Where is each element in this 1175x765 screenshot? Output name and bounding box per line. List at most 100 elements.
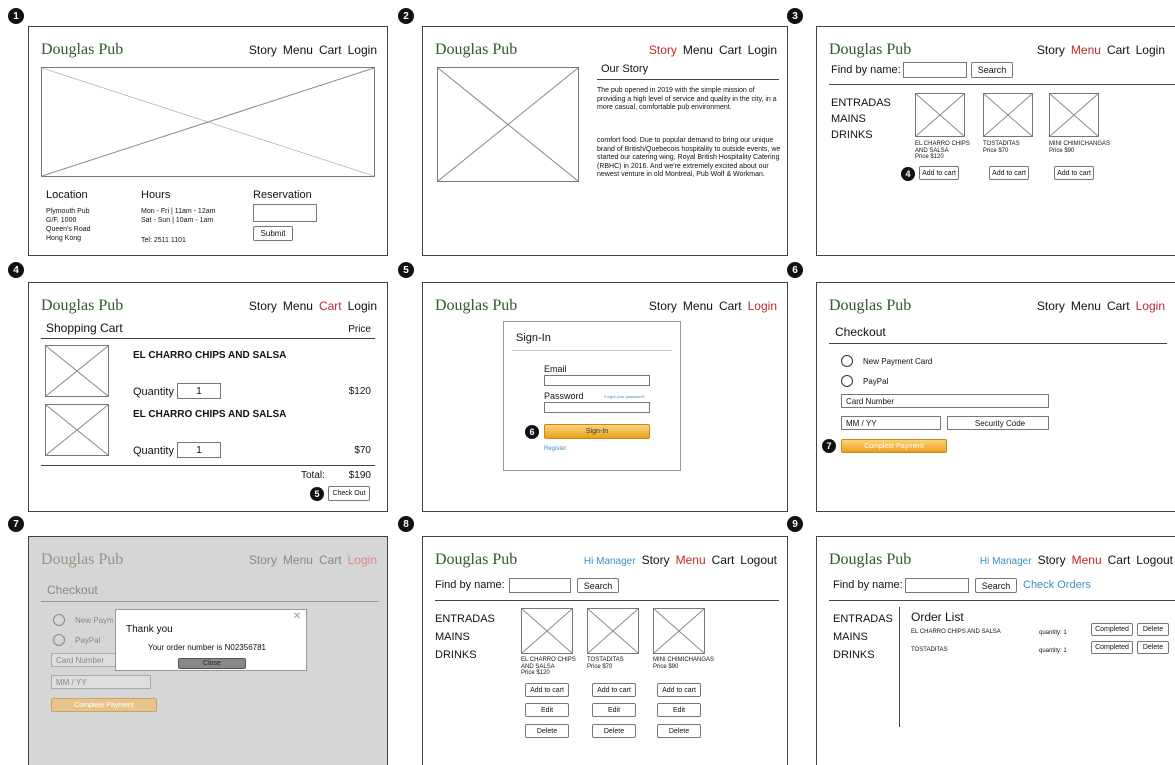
greeting-text: Hi Manager [979, 556, 1032, 567]
nav-cart[interactable]: Cart [319, 43, 342, 57]
nav-cart[interactable]: Cart [1108, 553, 1131, 567]
nav-story[interactable]: Story [249, 553, 277, 567]
nav-menu[interactable]: Menu [1071, 43, 1101, 57]
add-to-cart-button[interactable]: Add to cart [989, 166, 1029, 180]
add-to-cart-button[interactable]: Add to cart [657, 683, 701, 697]
category-mains[interactable]: MAINS [833, 628, 893, 646]
nav-menu[interactable]: Menu [676, 553, 706, 567]
nav-story[interactable]: Story [1037, 299, 1065, 313]
cart-total-divider [41, 465, 375, 466]
search-button[interactable]: Search [971, 62, 1013, 78]
close-button[interactable]: Close [178, 658, 246, 669]
category-drinks[interactable]: DRINKS [831, 127, 891, 143]
category-entradas[interactable]: ENTRADAS [831, 95, 891, 111]
category-mains[interactable]: MAINS [831, 111, 891, 127]
completed-button[interactable]: Completed [1091, 623, 1133, 636]
nav-login[interactable]: Login [348, 43, 377, 57]
search-input[interactable] [509, 578, 571, 593]
nav-menu[interactable]: Menu [283, 299, 313, 313]
nav-cart[interactable]: Cart [1107, 43, 1130, 57]
delete-button[interactable]: Delete [1137, 623, 1169, 636]
forgot-password-link[interactable]: Forgot your password? [604, 394, 645, 399]
nav-menu[interactable]: Menu [683, 43, 713, 57]
nav-cart[interactable]: Cart [719, 299, 742, 313]
category-entradas[interactable]: ENTRADAS [833, 610, 893, 628]
nav-menu[interactable]: Menu [1071, 299, 1101, 313]
step-badge-8: 8 [398, 516, 414, 532]
search-input[interactable] [903, 62, 967, 78]
search-button[interactable]: Search [577, 578, 619, 593]
nav-menu[interactable]: Menu [283, 553, 313, 567]
nav-menu[interactable]: Menu [1072, 553, 1102, 567]
item-price: Price $120 [521, 670, 550, 676]
quantity-input[interactable]: 1 [177, 442, 221, 458]
new-card-radio[interactable] [53, 614, 65, 626]
signin-button[interactable]: Sign-In [544, 424, 650, 439]
check-orders-link[interactable]: Check Orders [1023, 579, 1091, 591]
paypal-radio[interactable] [841, 375, 853, 387]
expiry-field[interactable]: MM / YY [51, 675, 151, 689]
nav-login[interactable]: Login [348, 553, 377, 567]
nav-login[interactable]: Login [748, 43, 777, 57]
checkout-button[interactable]: Check Out [328, 486, 370, 501]
nav-cart[interactable]: Cart [712, 553, 735, 567]
expiry-field[interactable]: MM / YY [841, 416, 941, 430]
card-number-field[interactable]: Card Number [841, 394, 1049, 408]
nav-login[interactable]: Login [1136, 299, 1165, 313]
nav-cart[interactable]: Cart [319, 299, 342, 313]
category-drinks[interactable]: DRINKS [833, 646, 893, 664]
nav-story[interactable]: Story [1038, 553, 1066, 567]
nav-login[interactable]: Login [1136, 43, 1165, 57]
search-button[interactable]: Search [975, 578, 1017, 593]
item-price: Price $70 [983, 148, 1009, 154]
add-to-cart-button[interactable]: Add to cart [1054, 166, 1094, 180]
security-code-field[interactable]: Security Code [947, 416, 1049, 430]
nav-menu[interactable]: Menu [283, 43, 313, 57]
nav-story[interactable]: Story [649, 43, 677, 57]
edit-button[interactable]: Edit [525, 703, 569, 717]
nav-menu[interactable]: Menu [683, 299, 713, 313]
completed-button[interactable]: Completed [1091, 641, 1133, 654]
paypal-radio[interactable] [53, 634, 65, 646]
password-field[interactable] [544, 402, 650, 413]
category-drinks[interactable]: DRINKS [435, 646, 495, 664]
nav-login[interactable]: Login [748, 299, 777, 313]
register-link[interactable]: Register [544, 446, 566, 452]
submit-button[interactable]: Submit [253, 226, 293, 241]
nav-story[interactable]: Story [249, 299, 277, 313]
nav-bar: Story Menu Cart Login [249, 299, 377, 313]
category-entradas[interactable]: ENTRADAS [435, 610, 495, 628]
complete-payment-button[interactable]: Complete Payment [51, 698, 157, 712]
nav-bar: Story Menu Cart Login [1037, 299, 1165, 313]
nav-cart[interactable]: Cart [1107, 299, 1130, 313]
quantity-input[interactable]: 1 [177, 383, 221, 399]
story-image-placeholder [437, 67, 579, 182]
nav-logout[interactable]: Logout [740, 553, 777, 567]
close-icon[interactable]: ✕ [292, 612, 302, 622]
email-field[interactable] [544, 375, 650, 386]
search-input[interactable] [905, 578, 969, 593]
add-to-cart-button[interactable]: Add to cart [592, 683, 636, 697]
nav-story[interactable]: Story [642, 553, 670, 567]
nav-cart[interactable]: Cart [319, 553, 342, 567]
new-card-radio[interactable] [841, 355, 853, 367]
delete-button[interactable]: Delete [525, 724, 569, 738]
delete-button[interactable]: Delete [1137, 641, 1169, 654]
reservation-input[interactable] [253, 204, 317, 222]
nav-story[interactable]: Story [649, 299, 677, 313]
category-mains[interactable]: MAINS [435, 628, 495, 646]
add-to-cart-button[interactable]: Add to cart [525, 683, 569, 697]
add-to-cart-button[interactable]: Add to cart [919, 166, 959, 180]
wireframe-grid: 1 Douglas Pub Story Menu Cart Login Loca… [0, 0, 1175, 765]
delete-button[interactable]: Delete [657, 724, 701, 738]
edit-button[interactable]: Edit [592, 703, 636, 717]
nav-story[interactable]: Story [249, 43, 277, 57]
edit-button[interactable]: Edit [657, 703, 701, 717]
order-item-name: EL CHARRO CHIPS AND SALSA [911, 629, 1001, 635]
nav-story[interactable]: Story [1037, 43, 1065, 57]
nav-login[interactable]: Login [348, 299, 377, 313]
nav-cart[interactable]: Cart [719, 43, 742, 57]
nav-logout[interactable]: Logout [1136, 553, 1173, 567]
complete-payment-button[interactable]: Complete Payment [841, 439, 947, 453]
delete-button[interactable]: Delete [592, 724, 636, 738]
